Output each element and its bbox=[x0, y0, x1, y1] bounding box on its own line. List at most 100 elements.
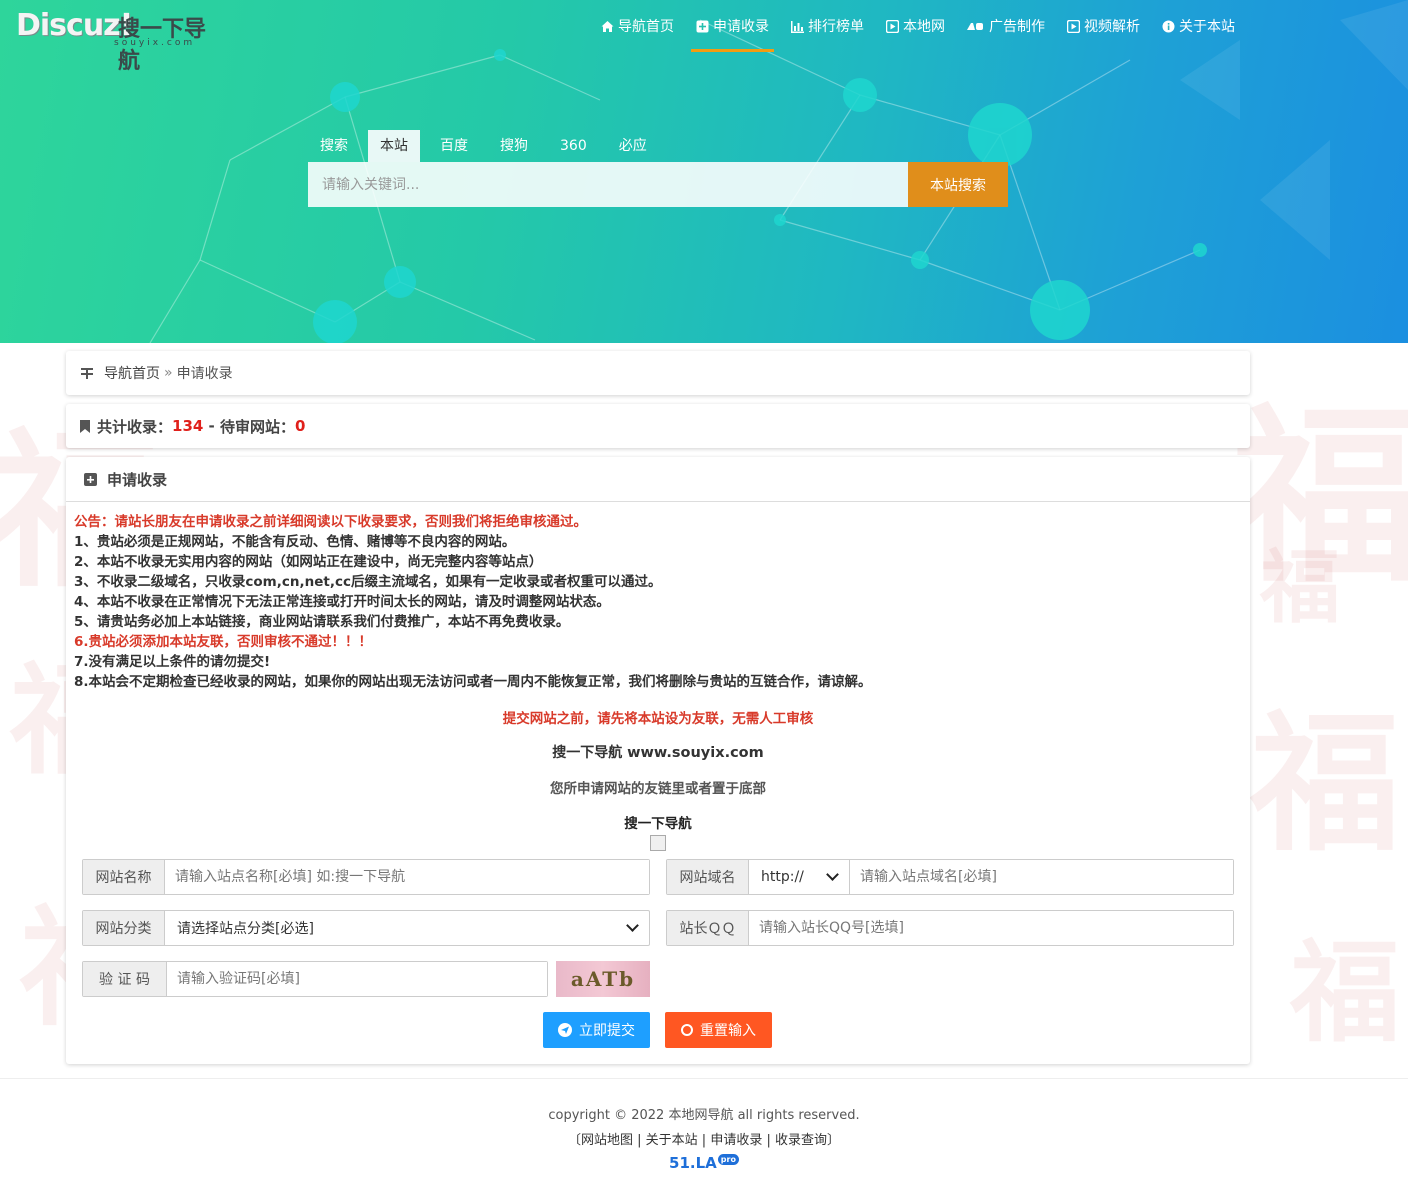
hero-banner: Discuz! 搜一下导航 souyix.com 导航首页 申请收录 排行榜单 本地网… bbox=[0, 0, 1408, 343]
play-square-icon bbox=[885, 19, 900, 33]
nav-item-label: 关于本站 bbox=[1179, 19, 1235, 35]
send-icon bbox=[558, 1023, 572, 1037]
site-name-label: 网站名称 bbox=[83, 860, 165, 894]
nav-item-5[interactable]: 视频解析 bbox=[1056, 0, 1151, 52]
logo-sub: souyix.com bbox=[114, 38, 196, 48]
rule-item: 1、贵站必须是正规网站，不能含有反动、色情、赌博等不良内容的网站。 bbox=[74, 534, 516, 550]
friend-link-name: 搜一下导航 bbox=[624, 816, 692, 832]
rule-item: 8.本站会不定期检查已经收录的网站，如果你的网站出现无法访问或者一周内不能恢复正… bbox=[74, 674, 872, 690]
rule-item: 5、请贵站务必加上本站链接，商业网站请联系我们付费推广，本站不再免费收录。 bbox=[74, 614, 570, 630]
footer: copyright © 2022 本地网导航 all rights reserv… bbox=[0, 1078, 1408, 1182]
search-engine-tabs: 搜索 本站 百度 搜狗 360 必应 bbox=[308, 130, 667, 162]
rule-item: 4、本站不收录在正常情况下无法正常连接或打开时间太长的网站，请及时调整网站状态。 bbox=[74, 594, 610, 610]
rules-list: 公告：请站长朋友在申请收录之前详细阅读以下收录要求，否则我们将拒绝审核通过。 1… bbox=[66, 502, 1250, 692]
refresh-icon bbox=[681, 1024, 693, 1036]
panel-title: 申请收录 bbox=[107, 470, 168, 489]
site-category-select[interactable]: 请选择站点分类[必选] bbox=[165, 911, 649, 945]
site-domain-field: 网站域名 http:// bbox=[666, 859, 1234, 895]
rule-item: 2、本站不收录无实用内容的网站（如网站正在建设中，尚无完整内容等站点） bbox=[74, 554, 543, 570]
footer-link-about[interactable]: 关于本站 bbox=[646, 1133, 698, 1148]
footer-link-query[interactable]: 收录查询 bbox=[775, 1133, 827, 1148]
footer-link-sitemap[interactable]: 网站地图 bbox=[581, 1133, 633, 1148]
captcha-input[interactable] bbox=[167, 962, 547, 996]
nav-item-label: 视频解析 bbox=[1084, 19, 1140, 35]
rule-item: 7.没有满足以上条件的请勿提交! bbox=[74, 654, 271, 670]
breadcrumb-separator: » bbox=[164, 365, 173, 381]
friend-link-notice: 提交网站之前，请先将本站设为友联，无需人工审核 bbox=[502, 711, 814, 727]
nav-item-6[interactable]: 关于本站 bbox=[1151, 0, 1246, 52]
footer-link-submit[interactable]: 申请收录 bbox=[710, 1133, 762, 1148]
plus-square-icon bbox=[84, 472, 97, 486]
nav-item-1[interactable]: 申请收录 bbox=[685, 0, 780, 52]
friend-link-site-url: www.souyix.com bbox=[627, 745, 764, 761]
site-domain-input[interactable] bbox=[850, 860, 1233, 894]
friend-link-hint: 您所申请网站的友链里或者置于底部 bbox=[550, 781, 766, 797]
badge-text: 51.LA bbox=[669, 1154, 717, 1172]
nav-item-3[interactable]: 本地网 bbox=[875, 0, 956, 52]
pending-label: 待审网站： bbox=[220, 417, 296, 436]
search-tab-0[interactable]: 搜索 bbox=[308, 130, 360, 162]
rule-item: 3、不收录二级域名，只收录com,cn,net,cc后缀主流域名，如果有一定收录… bbox=[74, 574, 662, 590]
nav-item-label: 广告制作 bbox=[989, 19, 1045, 35]
breadcrumb-current: 申请收录 bbox=[176, 366, 233, 382]
badge-pro: pro bbox=[717, 1154, 739, 1165]
nav-item-label: 导航首页 bbox=[618, 19, 674, 35]
reset-button[interactable]: 重置输入 bbox=[665, 1012, 772, 1048]
qq-input[interactable] bbox=[749, 911, 1233, 945]
panel-header: 申请收录 bbox=[66, 457, 1250, 502]
protocol-select[interactable]: http:// bbox=[749, 860, 850, 894]
search-tab-4[interactable]: 360 bbox=[548, 130, 599, 162]
captcha-image[interactable]: aATb bbox=[556, 961, 650, 997]
search-tab-1[interactable]: 本站 bbox=[368, 130, 420, 162]
total-count: 134 bbox=[172, 417, 204, 435]
friend-link-site-name: 搜一下导航 bbox=[552, 745, 623, 761]
site-category-value: 请选择站点分类[必选] bbox=[177, 921, 314, 937]
video-icon bbox=[1066, 19, 1081, 33]
breadcrumb: 导航首页 » 申请收录 bbox=[66, 351, 1250, 395]
bookmark-icon bbox=[80, 419, 90, 433]
site-name-field: 网站名称 bbox=[82, 859, 650, 895]
nav-item-label: 排行榜单 bbox=[808, 19, 864, 35]
site-logo[interactable]: Discuz! 搜一下导航 souyix.com bbox=[14, 6, 214, 74]
site-category-label: 网站分类 bbox=[83, 911, 165, 945]
notice-text: 公告：请站长朋友在申请收录之前详细阅读以下收录要求，否则我们将拒绝审核通过。 bbox=[74, 514, 587, 530]
breadcrumb-home[interactable]: 导航首页 bbox=[104, 363, 160, 383]
stats-bar: 共计收录： 134 - 待审网站： 0 bbox=[66, 404, 1250, 448]
bar-chart-icon bbox=[791, 20, 804, 33]
search-tab-2[interactable]: 百度 bbox=[428, 130, 480, 162]
nav-item-label: 本地网 bbox=[903, 19, 945, 35]
plus-square-icon bbox=[696, 20, 709, 33]
nav-item-4[interactable]: 广告制作 bbox=[956, 0, 1056, 52]
chevron-down-icon bbox=[826, 868, 839, 881]
captcha-field: 验 证 码 bbox=[82, 961, 548, 997]
site-domain-label: 网站域名 bbox=[667, 860, 749, 894]
captcha-text: aATb bbox=[570, 967, 636, 991]
51la-badge[interactable]: 51.LA pro bbox=[669, 1154, 739, 1172]
qq-label: 站长ＱＱ bbox=[667, 911, 749, 945]
chevron-down-icon bbox=[626, 919, 639, 932]
site-name-input[interactable] bbox=[165, 860, 649, 894]
info-icon bbox=[1162, 20, 1175, 33]
top-nav: 导航首页 申请收录 排行榜单 本地网 广告制作 视频解析 关于本站 bbox=[590, 0, 1246, 52]
nav-item-0[interactable]: 导航首页 bbox=[590, 0, 685, 52]
qq-field: 站长ＱＱ bbox=[666, 910, 1234, 946]
site-category-field: 网站分类 请选择站点分类[必选] bbox=[82, 910, 650, 946]
search-box: 本站搜索 bbox=[308, 162, 1008, 207]
reset-label: 重置输入 bbox=[700, 1023, 756, 1039]
copyright: copyright © 2022 本地网导航 all rights reserv… bbox=[548, 1108, 860, 1123]
search-input[interactable] bbox=[308, 162, 908, 207]
submit-site-panel: 申请收录 公告：请站长朋友在申请收录之前详细阅读以下收录要求，否则我们将拒绝审核… bbox=[66, 457, 1250, 1064]
broken-image-icon bbox=[650, 835, 666, 851]
search-tab-5[interactable]: 必应 bbox=[607, 130, 659, 162]
nav-item-2[interactable]: 排行榜单 bbox=[780, 0, 875, 52]
search-tab-3[interactable]: 搜狗 bbox=[488, 130, 540, 162]
submit-button[interactable]: 立即提交 bbox=[543, 1012, 650, 1048]
nav-item-label: 申请收录 bbox=[713, 19, 769, 35]
site-search-button[interactable]: 本站搜索 bbox=[908, 162, 1008, 207]
protocol-value: http:// bbox=[761, 869, 804, 885]
rule-item: 6.贵站必须添加本站友联，否则审核不通过！！！ bbox=[74, 634, 373, 650]
footer-links: 〔网站地图 | 关于本站 | 申请收录 | 收录查询〕 bbox=[567, 1133, 841, 1148]
stats-dash: - bbox=[203, 417, 220, 435]
total-label: 共计收录： bbox=[97, 417, 173, 436]
ad-icon bbox=[967, 20, 985, 33]
